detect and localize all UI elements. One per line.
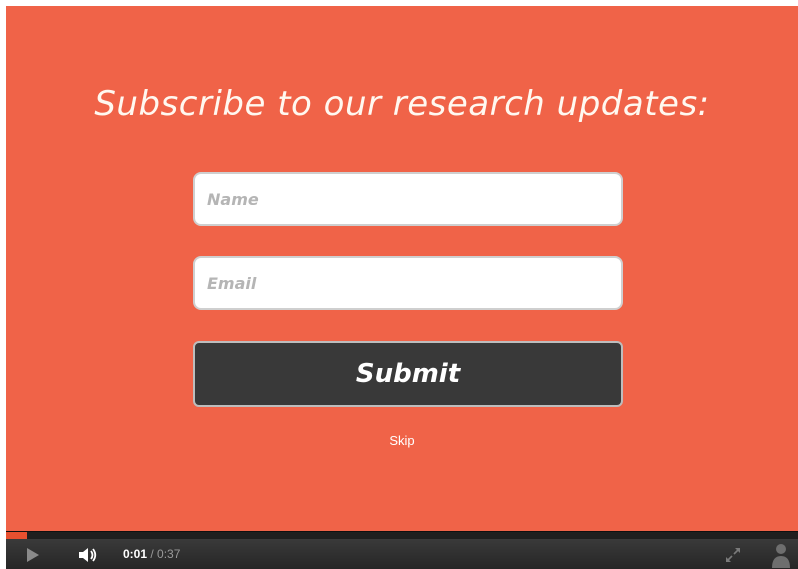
current-time: 0:01 bbox=[123, 547, 148, 561]
form-headline: Subscribe to our research updates: bbox=[94, 84, 710, 124]
user-icon bbox=[771, 541, 791, 569]
submit-button[interactable]: Submit bbox=[193, 341, 623, 407]
play-icon[interactable] bbox=[26, 547, 40, 563]
video-overlay: Subscribe to our research updates: Submi… bbox=[6, 6, 798, 569]
time-display: 0:01 / 0:37 bbox=[123, 547, 180, 561]
progress-bar[interactable] bbox=[6, 531, 798, 539]
player-controls: 0:01 / 0:37 bbox=[6, 539, 798, 569]
duration: / 0:37 bbox=[150, 547, 181, 561]
name-field[interactable] bbox=[193, 172, 623, 226]
email-field[interactable] bbox=[193, 256, 623, 310]
volume-icon[interactable] bbox=[78, 546, 98, 564]
progress-fill bbox=[6, 532, 28, 539]
skip-link[interactable]: Skip bbox=[6, 433, 798, 448]
fullscreen-icon[interactable] bbox=[724, 546, 742, 564]
